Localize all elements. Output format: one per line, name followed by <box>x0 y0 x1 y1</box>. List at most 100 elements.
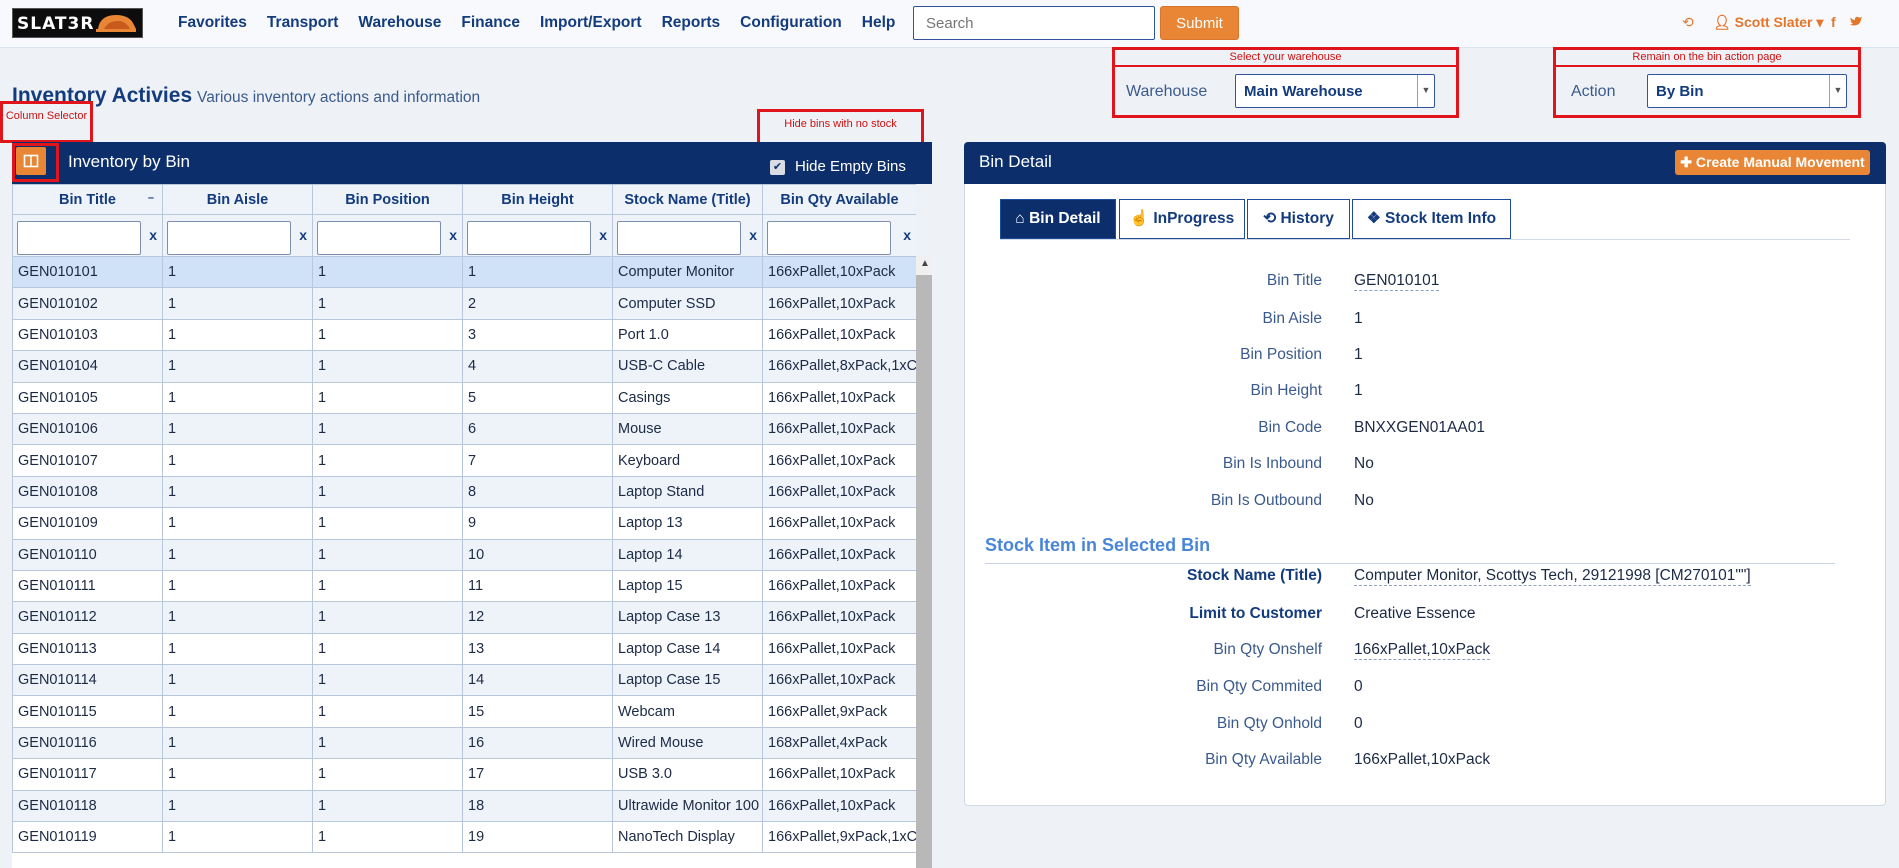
table-cell: Laptop Stand <box>612 475 763 509</box>
table-cell: 166xPallet,10xPack <box>762 789 916 823</box>
table-row[interactable]: GEN010116 1 1 16 Wired Mouse 168xPallet,4xPac… <box>12 726 916 760</box>
table-row[interactable]: GEN010119 1 1 19 NanoTech Display 166xPallet,… <box>12 821 916 854</box>
detail-value-bin-code: BNXXGEN01AA01 <box>1354 419 1485 436</box>
submit-button[interactable]: Submit <box>1160 6 1239 40</box>
filter-clear-button[interactable]: x <box>299 227 307 243</box>
table-cell: 1 <box>162 475 313 509</box>
table-row[interactable]: GEN010105 1 1 5 Casings 166xPallet,10xPack <box>12 381 916 414</box>
table-cell: Mouse <box>612 412 763 446</box>
table-row[interactable]: GEN010106 1 1 6 Mouse 166xPallet,10xPack <box>12 412 916 446</box>
table-cell: Casings <box>612 381 763 414</box>
nav-configuration[interactable]: Configuration <box>740 14 842 32</box>
warehouse-label: Warehouse <box>1126 83 1208 100</box>
table-row[interactable]: GEN010104 1 1 4 USB-C Cable 166xPallet,8xPack… <box>12 350 916 383</box>
table-row[interactable]: GEN010113 1 1 13 Laptop Case 14 166xPallet,10… <box>12 632 916 666</box>
table-cell: 1 <box>312 255 463 289</box>
facebook-icon[interactable]: f <box>1831 14 1836 30</box>
detail-value-bin-title[interactable]: GEN010101 <box>1354 272 1440 291</box>
column-header-bin-title[interactable]: Bin Title – <box>12 184 163 215</box>
filter-clear-button[interactable]: x <box>903 227 911 243</box>
tab-bin-detail[interactable]: ⌂ Bin Detail <box>1000 199 1116 239</box>
action-select[interactable]: By Bin ▼ <box>1647 74 1847 108</box>
create-manual-movement-label: Create Manual Movement <box>1695 154 1865 170</box>
twitter-icon[interactable] <box>1849 14 1863 28</box>
filter-clear-button[interactable]: x <box>599 227 607 243</box>
table-cell: 1 <box>462 255 613 289</box>
table-cell: 1 <box>312 412 463 446</box>
table-cell: 168xPallet,4xPack <box>762 726 916 760</box>
table-cell: GEN010109 <box>12 507 163 540</box>
nav-finance[interactable]: Finance <box>461 14 520 32</box>
detail-label-bin-position: Bin Position <box>1240 346 1322 363</box>
app-logo[interactable]: SLAT3R <box>12 8 143 38</box>
table-row[interactable]: GEN010115 1 1 15 Webcam 166xPallet,9xPack <box>12 695 916 728</box>
nav-favorites[interactable]: Favorites <box>178 14 247 32</box>
filter-bin-height-input[interactable] <box>467 221 591 255</box>
table-row[interactable]: GEN010117 1 1 17 USB 3.0 166xPallet,10xPack <box>12 758 916 791</box>
nav-help[interactable]: Help <box>862 14 896 32</box>
history-icon[interactable]: ⟲ <box>1682 14 1694 31</box>
table-cell: 166xPallet,10xPack <box>762 601 916 634</box>
table-row[interactable]: GEN010110 1 1 10 Laptop 14 166xPallet,10xPack <box>12 538 916 571</box>
stock-value-name[interactable]: Computer Monitor, Scottys Tech, 29121998… <box>1354 567 1751 586</box>
filter-bin-position-input[interactable] <box>317 221 441 255</box>
table-cell: 1 <box>162 632 313 666</box>
table-row[interactable]: GEN010111 1 1 11 Laptop 15 166xPallet,10xPack <box>12 569 916 603</box>
warehouse-select[interactable]: Main Warehouse ▼ <box>1235 74 1435 108</box>
table-cell: 1 <box>312 475 463 509</box>
table-cell: 5 <box>462 381 613 414</box>
column-header-stock-name[interactable]: Stock Name (Title) <box>612 184 763 215</box>
search-input[interactable] <box>913 6 1155 40</box>
filter-clear-button[interactable]: x <box>749 227 757 243</box>
table-row[interactable]: GEN010118 1 1 18 Ultrawide Monitor 100 166xPa… <box>12 789 916 823</box>
table-row[interactable]: GEN010107 1 1 7 Keyboard 166xPallet,10xPack <box>12 444 916 477</box>
table-cell: GEN010105 <box>12 381 163 414</box>
nav-import-export[interactable]: Import/Export <box>540 14 642 32</box>
table-row[interactable]: GEN010108 1 1 8 Laptop Stand 166xPallet,10xPa… <box>12 475 916 509</box>
table-row[interactable]: GEN010103 1 1 3 Port 1.0 166xPallet,10xPack <box>12 318 916 352</box>
table-cell: GEN010104 <box>12 350 163 383</box>
filter-cell: x <box>162 214 313 257</box>
nav-transport[interactable]: Transport <box>267 14 338 32</box>
tab-history[interactable]: ⟲ History <box>1247 199 1350 239</box>
column-header-bin-qty-available[interactable]: Bin Qty Available <box>762 184 916 215</box>
grid-scrollbar-thumb[interactable] <box>916 275 932 868</box>
table-cell: 1 <box>162 287 313 320</box>
table-row[interactable]: GEN010109 1 1 9 Laptop 13 166xPallet,10xPack <box>12 507 916 540</box>
column-header-bin-position[interactable]: Bin Position <box>312 184 463 215</box>
filter-clear-button[interactable]: x <box>149 227 157 243</box>
tab-inprogress[interactable]: ☝ InProgress <box>1119 199 1245 239</box>
table-cell: 1 <box>162 758 313 791</box>
column-header-bin-aisle[interactable]: Bin Aisle <box>162 184 313 215</box>
create-manual-movement-button[interactable]: ✚ Create Manual Movement <box>1675 150 1870 175</box>
stock-section-divider <box>985 563 1835 564</box>
column-header-bin-height[interactable]: Bin Height <box>462 184 613 215</box>
user-menu[interactable]: 👤︎ Scott Slater ▾ <box>1713 14 1823 31</box>
tab-stock-item-info[interactable]: ❖ Stock Item Info <box>1352 199 1511 239</box>
table-row[interactable]: GEN010114 1 1 14 Laptop Case 15 166xPallet,10… <box>12 664 916 697</box>
detail-label-bin-inbound: Bin Is Inbound <box>1222 455 1322 472</box>
detail-label-bin-height: Bin Height <box>1250 382 1322 399</box>
table-cell: 166xPallet,10xPack <box>762 507 916 540</box>
filter-stock-name-input[interactable] <box>617 221 741 255</box>
nav-warehouse[interactable]: Warehouse <box>358 14 441 32</box>
filter-bin-title-input[interactable] <box>17 221 141 255</box>
table-cell: 1 <box>162 538 313 571</box>
filter-cell: x <box>612 214 763 257</box>
caret-down-icon: ▾ <box>1816 14 1824 30</box>
table-row[interactable]: GEN010102 1 1 2 Computer SSD 166xPallet,10xPa… <box>12 287 916 320</box>
hide-empty-bins-checkbox[interactable]: ✔ <box>770 160 785 175</box>
tab-label: Bin Detail <box>1029 210 1101 227</box>
stock-value-onshelf[interactable]: 166xPallet,10xPack <box>1354 641 1491 660</box>
filter-bin-aisle-input[interactable] <box>167 221 291 255</box>
table-cell: 4 <box>462 350 613 383</box>
filter-bin-qty-input[interactable] <box>767 221 891 255</box>
history-icon: ⟲ <box>1263 210 1277 227</box>
filter-clear-button[interactable]: x <box>449 227 457 243</box>
table-row[interactable]: GEN010112 1 1 12 Laptop Case 13 166xPallet,10… <box>12 601 916 634</box>
scroll-up-icon[interactable]: ▲ <box>920 258 930 269</box>
nav-reports[interactable]: Reports <box>662 14 721 32</box>
sort-icon[interactable]: – <box>148 192 154 204</box>
table-row[interactable]: GEN010101 1 1 1 Computer Monitor 166xPallet,1… <box>12 255 916 289</box>
dropbox-icon: ❖ <box>1366 210 1381 227</box>
